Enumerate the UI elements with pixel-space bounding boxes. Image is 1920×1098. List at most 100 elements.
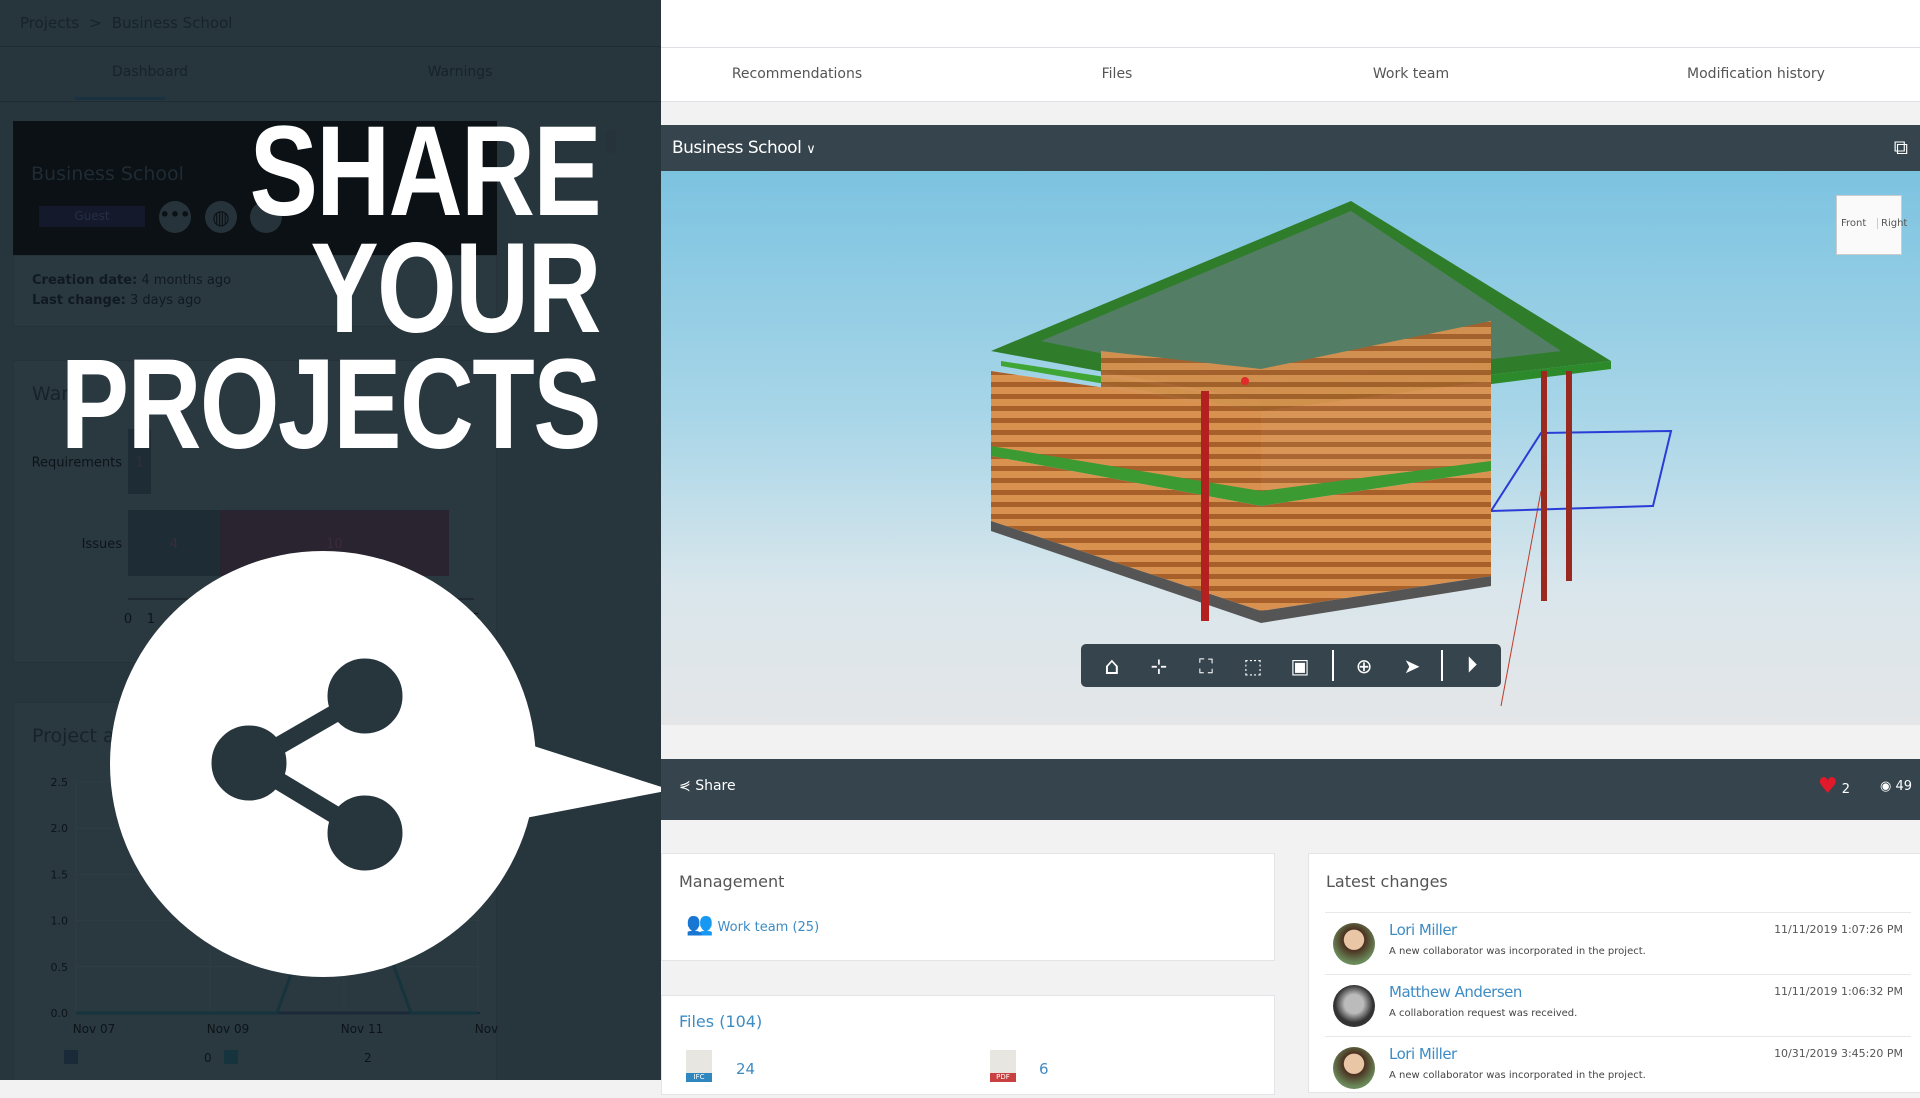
y-tick-label: 0.0 — [51, 1007, 69, 1020]
avatar — [1333, 985, 1375, 1027]
x-tick-label: Nov 11 — [341, 1022, 384, 1036]
x-tick-label: 1 — [147, 612, 155, 627]
x-tick-label: 11 — [372, 612, 389, 627]
views-count: 49 — [1895, 779, 1912, 794]
legend-swatch — [224, 1050, 238, 1064]
breadcrumb-current: Business School — [111, 14, 233, 32]
share-icon: ⋞ — [679, 778, 691, 794]
nav-cube-front[interactable]: Front — [1841, 218, 1866, 229]
tab-work-team[interactable]: Work team — [1373, 66, 1449, 82]
ifc-label: IFC — [686, 1073, 712, 1082]
legend-swatch — [64, 1050, 78, 1064]
bar-data-label: 4 — [170, 537, 178, 552]
breadcrumb-separator: > — [89, 14, 102, 32]
external-link-icon[interactable]: ⧉ — [1894, 135, 1908, 159]
y-tick-label: 1.5 — [51, 868, 69, 881]
change-user[interactable]: Lori Miller — [1389, 1045, 1457, 1063]
latest-changes-card: Latest changes Lori Miller A new collabor… — [1308, 853, 1920, 1093]
tab-files[interactable]: Files — [1102, 66, 1133, 82]
tab-dashboard[interactable]: Dashboard — [50, 64, 250, 80]
role-badge: Guest — [39, 206, 145, 227]
change-date: 10/31/2019 3:45:20 PM — [1774, 1047, 1903, 1060]
eye-icon: ◉ — [1879, 779, 1892, 794]
home-icon[interactable]: ⌂ — [1089, 644, 1135, 687]
change-desc: A new collaborator was incorporated in t… — [1389, 1070, 1646, 1081]
y-tick-label: 1.0 — [51, 915, 69, 928]
x-tick-label: 4 — [216, 612, 224, 627]
files-card: Files (104) IFC 24 PDF 6 — [661, 995, 1275, 1095]
zoom-window-icon[interactable]: ⬚ — [1230, 644, 1276, 687]
tab-modification-history[interactable]: Modification history — [1687, 66, 1825, 82]
change-desc: A new collaborator was incorporated in t… — [1389, 946, 1646, 957]
creation-date-value: 4 months ago — [141, 273, 232, 288]
model-select[interactable]: Business School ∨ — [672, 138, 816, 158]
share-label: Share — [695, 778, 736, 794]
management-card: Management 👥 Work team (25) — [661, 853, 1275, 961]
3d-viewer[interactable]: Front Right ⌂ ⊹ ⛶ ⬚ ▣ ⊕ ➤ ⏵ — [661, 171, 1920, 725]
section-box-icon[interactable]: ▣ — [1277, 644, 1323, 687]
tab-warnings[interactable]: Warnings — [360, 64, 560, 80]
bar-category-label: Issues — [82, 537, 123, 552]
project-activity-card: Project ac 7 days ⌄ 0.0 0.5 1.0 1.5 2.0 2.5 No… — [13, 702, 499, 1080]
share-button[interactable]: ⋞ Share — [679, 778, 736, 794]
select-icon[interactable]: ➤ — [1389, 644, 1435, 687]
model-name: Business School — [672, 138, 802, 158]
creation-date-label: Creation date: — [32, 273, 138, 288]
change-item: Matthew Andersen A collaboration request … — [1325, 974, 1911, 1036]
x-tick-label: Nov 07 — [73, 1022, 116, 1036]
project-title: Business School — [31, 163, 184, 185]
y-tick-label: 2.0 — [51, 822, 69, 835]
change-user[interactable]: Matthew Andersen — [1389, 983, 1522, 1001]
more-icon[interactable]: ••• — [159, 201, 191, 233]
tab-recommendations[interactable]: Recommendations — [732, 66, 862, 82]
change-date: 11/11/2019 1:06:32 PM — [1774, 985, 1903, 998]
active-tab-indicator — [75, 97, 165, 100]
x-tick-label: 2 — [170, 612, 178, 627]
legend-total: 0 — [204, 1051, 212, 1065]
x-tick-label: 15 — [464, 612, 481, 627]
x-tick-label: 9 — [330, 612, 338, 627]
x-tick-label: 8 — [307, 612, 315, 627]
files-title[interactable]: Files (104) — [679, 1012, 762, 1031]
nav-cube[interactable]: Front Right — [1836, 195, 1907, 255]
ifc-file-icon: IFC — [686, 1050, 712, 1082]
viewer-toolbar: ⌂ ⊹ ⛶ ⬚ ▣ ⊕ ➤ ⏵ — [1081, 644, 1501, 687]
project-tabs: Recommendations Files Work team Modifica… — [661, 48, 1920, 102]
change-item: Lori Miller A new collaborator was incorp… — [1325, 912, 1911, 974]
share-bar: ⋞ Share ♥ 2 ◉ 49 — [661, 759, 1920, 820]
breadcrumb: Projects > Business School — [20, 14, 242, 32]
pdf-file-icon: PDF — [990, 1050, 1016, 1082]
pdf-count[interactable]: 6 — [1039, 1060, 1049, 1078]
work-team-link[interactable]: 👥 Work team (25) — [686, 912, 819, 937]
globe-icon[interactable]: ◍ — [205, 201, 237, 233]
ifc-count[interactable]: 24 — [736, 1060, 755, 1078]
bar-data-label: 10 — [326, 537, 343, 552]
avatar — [1333, 1047, 1375, 1089]
building-model — [991, 201, 1673, 707]
top-bar — [661, 0, 1920, 48]
toolbar-divider — [1441, 650, 1443, 681]
toolbar-divider — [1332, 650, 1334, 681]
fit-icon[interactable]: ⛶ — [1183, 644, 1229, 687]
latest-changes-title: Latest changes — [1326, 872, 1448, 891]
work-team-label: Work team (25) — [717, 920, 820, 935]
x-tick-label: 3 — [193, 612, 201, 627]
likes[interactable]: ♥ 2 — [1818, 774, 1850, 799]
nav-cube-right[interactable]: Right — [1877, 218, 1907, 229]
change-user[interactable]: Lori Miller — [1389, 921, 1457, 939]
y-tick-label: 2.5 — [51, 776, 69, 789]
play-icon[interactable]: ⏵ — [1449, 644, 1495, 687]
change-date: 11/11/2019 1:07:26 PM — [1774, 923, 1903, 936]
viewer-header: Business School ∨ ⧉ — [661, 125, 1920, 171]
users-icon: 👥 — [686, 912, 714, 937]
activity-line-chart: 0.0 0.5 1.0 1.5 2.0 2.5 Nov 07 Nov 09 Nov 11 Nov … — [51, 776, 499, 1065]
kebab-icon[interactable]: ● ● ● — [605, 127, 617, 155]
orbit-icon[interactable]: ⊕ — [1341, 644, 1387, 687]
explode-icon[interactable]: ⊹ — [1136, 644, 1182, 687]
x-tick-label: 5 — [239, 612, 247, 627]
breadcrumb-projects[interactable]: Projects — [20, 14, 79, 32]
heart-icon: ♥ — [1817, 774, 1838, 799]
change-item: Lori Miller A new collaborator was incorp… — [1325, 1036, 1911, 1098]
likes-count: 2 — [1841, 782, 1850, 797]
last-change-label: Last change: — [32, 293, 126, 308]
